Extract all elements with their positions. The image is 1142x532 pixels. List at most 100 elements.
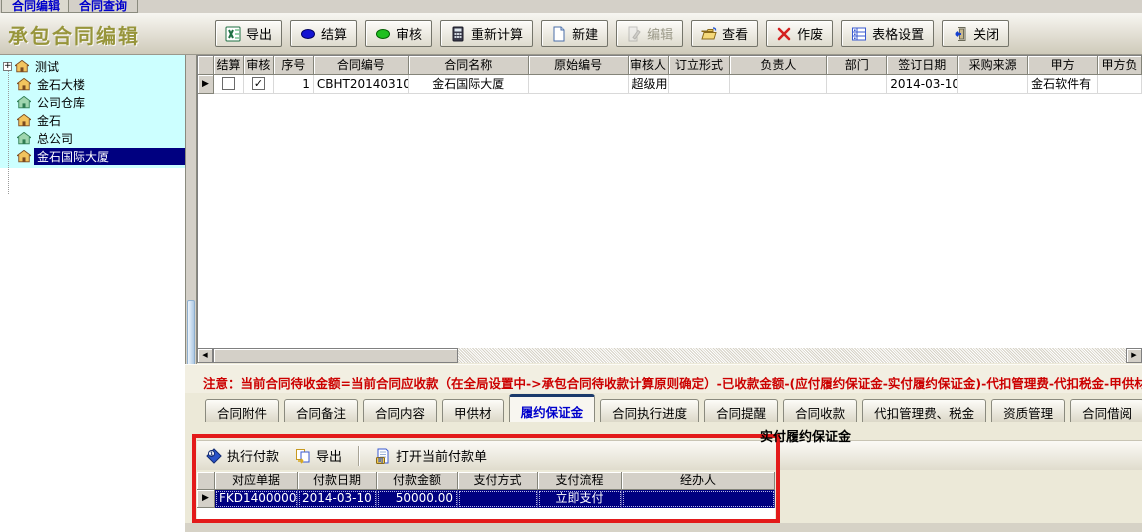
tree-expand-icon[interactable]: + [3,62,12,71]
sidebar-item-jinshi[interactable]: 金石 [0,111,185,129]
cell-source[interactable] [958,75,1028,94]
org-tree: + 测试 金石大楼 公司仓库 金石 总公司 [0,55,185,168]
export-button[interactable]: 导出 [215,20,282,47]
toolbar-separator [358,446,359,466]
cell-department[interactable] [827,75,887,94]
col-header[interactable]: 合同编号 [314,56,409,75]
tab-contract-attachments[interactable]: 合同附件 [205,399,279,422]
excel-export-icon [225,26,241,42]
sidebar-item-jinshi-international[interactable]: 金石国际大厦 [0,147,185,165]
col-header[interactable]: 采购来源 [958,56,1028,75]
cell-contract-code[interactable]: CBHT2014031001 [314,75,409,94]
scrollbar-thumb[interactable] [213,348,458,363]
col-header[interactable]: 甲方负 [1098,56,1142,75]
recalculate-button[interactable]: 重新计算 [440,20,533,47]
col-header[interactable]: 签订日期 [887,56,958,75]
cell-amount[interactable]: 50000.00 [377,490,458,508]
tab-contract-remarks[interactable]: 合同备注 [284,399,358,422]
close-button[interactable]: 关闭 [942,20,1009,47]
tab-contract-borrowing[interactable]: 合同借阅 [1070,399,1142,422]
tab-contract-edit[interactable]: 合同编辑 [1,0,71,13]
view-button[interactable]: 查看 [691,20,758,47]
col-header[interactable]: 支付方式 [458,472,538,490]
new-button[interactable]: 新建 [541,20,608,47]
scroll-left-icon[interactable]: ◀ [197,348,213,363]
col-header[interactable]: 审核人 [629,56,669,75]
col-header[interactable]: 序号 [274,56,314,75]
cell-sign-date[interactable]: 2014-03-10 [887,75,958,94]
cell-party-a-head[interactable] [1098,75,1142,94]
tab-qualification-management[interactable]: 资质管理 [991,399,1065,422]
sidebar-item-head-office[interactable]: 总公司 [0,129,185,147]
cell-doc-no[interactable]: FKD140000002 [215,490,298,508]
col-header[interactable]: 部门 [827,56,887,75]
void-button[interactable]: 作废 [766,20,833,47]
scroll-right-icon[interactable]: ▶ [1126,348,1142,363]
sidebar-item-test[interactable]: + 测试 [0,57,185,75]
cell-handler[interactable] [622,490,775,508]
cell-original-code[interactable] [529,75,629,94]
open-current-payment-doc-button[interactable]: 司 打开当前付款单 [375,446,487,465]
button-label: 重新计算 [471,24,523,43]
execute-payment-button[interactable]: 1 执行付款 [206,446,279,465]
horizontal-scrollbar[interactable]: ◀ ▶ [197,348,1142,363]
tab-contract-reminder[interactable]: 合同提醒 [704,399,778,422]
tab-contract-query[interactable]: 合同查询 [68,0,138,13]
sidebar-item-label: 金石大楼 [34,76,88,93]
export-payments-button[interactable]: 导出 [295,446,342,465]
sidebar-item-jinshi-building[interactable]: 金石大楼 [0,75,185,93]
cell-pay-flow[interactable]: 立即支付 [538,490,622,508]
col-header[interactable]: 合同名称 [409,56,529,75]
col-header[interactable]: 甲方 [1028,56,1098,75]
detail-tab-strip: 合同附件 合同备注 合同内容 甲供材 履约保证金 合同执行进度 合同提醒 合同收… [185,393,1142,422]
cell-form[interactable] [669,75,731,94]
cell-auditor[interactable]: 超级用户 [629,75,669,94]
tab-party-a-materials[interactable]: 甲供材 [442,399,504,422]
sidebar-item-label: 金石国际大厦 [34,148,185,165]
sidebar-item-label: 测试 [32,58,62,75]
col-header[interactable]: 审核 [244,56,274,75]
tab-contract-content[interactable]: 合同内容 [363,399,437,422]
button-label: 导出 [246,24,272,43]
contracts-header-row: 结算 审核 序号 合同编号 合同名称 原始编号 审核人 订立形式 负责人 部门 … [198,56,1142,75]
audit-button[interactable]: 审核 [365,20,432,47]
sidebar-item-company-warehouse[interactable]: 公司仓库 [0,93,185,111]
audit-checkbox[interactable]: ✓ [252,77,265,90]
cell-manager[interactable] [730,75,827,94]
table-row selected-payment-row[interactable]: ▶ FKD140000002 2014-03-10 50000.00 立即支付 [197,490,775,508]
red-x-icon [776,26,792,42]
main-toolbar: 导出 结算 审核 重新计算 新建 [215,20,1009,47]
button-label: 执行付款 [227,446,279,465]
cell-seq[interactable]: 1 [274,75,314,94]
settle-checkbox[interactable] [222,77,235,90]
col-header[interactable]: 经办人 [622,472,775,490]
cell-pay-method[interactable] [458,490,538,508]
tab-contract-progress[interactable]: 合同执行进度 [600,399,699,422]
table-settings-button[interactable]: 表格设置 [841,20,934,47]
table-row[interactable]: ▶ ✓ 1 CBHT2014031001 金石国际大厦 超级用户 2014-03… [198,75,1142,94]
col-header[interactable]: 订立形式 [669,56,731,75]
tab-contract-receipts[interactable]: 合同收款 [783,399,857,422]
col-header[interactable]: 原始编号 [529,56,629,75]
page-title: 承包合同编辑 [8,20,140,49]
col-header[interactable]: 付款日期 [298,472,377,490]
sidebar-item-label: 金石 [34,112,64,129]
col-header[interactable]: 结算 [214,56,244,75]
new-document-icon [551,26,567,42]
button-label: 审核 [396,24,422,43]
settle-button[interactable]: 结算 [290,20,357,47]
export-pages-icon [295,448,311,464]
contracts-table: 结算 审核 序号 合同编号 合同名称 原始编号 审核人 订立形式 负责人 部门 … [197,55,1142,348]
tab-withholding-fees-tax[interactable]: 代扣管理费、税金 [862,399,986,422]
current-row-arrow-icon: ▶ [197,490,215,508]
col-header[interactable]: 负责人 [730,56,827,75]
tab-performance-bond[interactable]: 履约保证金 [509,394,596,422]
button-label: 查看 [722,24,748,43]
col-header[interactable]: 对应单据 [215,472,298,490]
cell-contract-name[interactable]: 金石国际大厦 [409,75,529,94]
col-header[interactable]: 支付流程 [538,472,622,490]
cell-pay-date[interactable]: 2014-03-10 [298,490,377,508]
col-header[interactable]: 付款金额 [377,472,458,490]
top-tab-strip: 合同编辑 合同查询 [0,0,1142,13]
cell-party-a[interactable]: 金石软件有 [1028,75,1098,94]
